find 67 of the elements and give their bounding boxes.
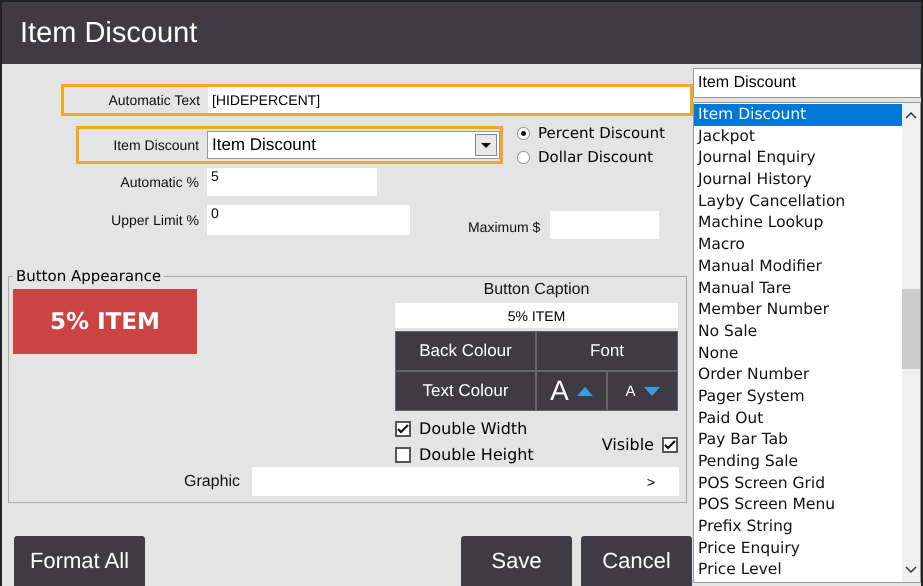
field-label: Maximum $ bbox=[468, 219, 540, 235]
triangle-down-icon bbox=[644, 386, 660, 396]
list-item[interactable]: Price Level bbox=[694, 559, 902, 582]
footer-button[interactable]: Format All bbox=[14, 536, 145, 586]
scroll-down-icon bbox=[905, 566, 917, 574]
scrollbar-thumb[interactable] bbox=[902, 289, 920, 369]
list-item[interactable]: Item Discount bbox=[694, 104, 902, 126]
list-item[interactable]: POS Screen Menu bbox=[694, 494, 902, 516]
checkbox[interactable] bbox=[662, 436, 678, 452]
group-title: Button Appearance bbox=[15, 267, 162, 285]
radio-button[interactable] bbox=[517, 126, 530, 140]
window-title: Item Discount bbox=[20, 16, 198, 50]
list-item[interactable]: Manual Modifier bbox=[694, 256, 902, 278]
automatic-text-field[interactable]: [HIDEPERCENT] bbox=[208, 87, 690, 113]
checkbox-label: Double Height bbox=[419, 445, 534, 464]
list-item[interactable]: Journal History bbox=[694, 169, 902, 191]
function-search-field[interactable]: Item Discount bbox=[693, 68, 921, 98]
checkmark-icon bbox=[664, 438, 676, 450]
caption-style-button[interactable]: Back Colour bbox=[395, 331, 536, 371]
list-item[interactable]: Pager System bbox=[694, 386, 902, 408]
scroll-up-icon bbox=[905, 111, 917, 119]
radio-button[interactable] bbox=[517, 150, 530, 164]
caption-field[interactable]: 5% ITEM bbox=[395, 303, 678, 328]
checkbox-label: Double Width bbox=[419, 419, 528, 438]
field-label: Automatic Text bbox=[107, 92, 201, 108]
caption-label: Button Caption bbox=[482, 281, 590, 299]
function-dropdown[interactable]: Item Discount bbox=[207, 131, 500, 159]
list-item[interactable]: No Sale bbox=[694, 320, 902, 343]
list-item[interactable]: POS Screen Grid bbox=[694, 472, 902, 494]
radio-label: Dollar Discount bbox=[538, 148, 654, 166]
list-item[interactable]: Price Enquiry bbox=[694, 538, 902, 560]
list-item[interactable]: Journal Enquiry bbox=[694, 147, 902, 170]
triangle-up-icon bbox=[576, 386, 593, 396]
caption-style-button[interactable]: Font bbox=[536, 331, 678, 371]
checkbox[interactable] bbox=[395, 446, 411, 462]
field-label: Graphic bbox=[184, 472, 240, 490]
list-item[interactable]: Pending Sale bbox=[694, 451, 902, 473]
list-item[interactable]: Jackpot bbox=[694, 126, 902, 148]
button-preview: 5% ITEM bbox=[13, 289, 197, 354]
graphic-field[interactable]: > bbox=[252, 467, 679, 496]
list-item[interactable]: Paid Out bbox=[694, 408, 902, 430]
field-label: Automatic % bbox=[119, 174, 200, 190]
maximum-field[interactable] bbox=[550, 211, 660, 239]
list-item[interactable]: Macro bbox=[694, 234, 902, 256]
radio-label: Percent Discount bbox=[538, 124, 666, 142]
list-item[interactable]: Manual Tare bbox=[694, 278, 902, 300]
list-item[interactable]: Prefix String bbox=[694, 516, 902, 538]
upper-limit-field[interactable]: 0 bbox=[207, 205, 410, 235]
footer-button[interactable]: Cancel bbox=[581, 536, 692, 586]
checkmark-icon bbox=[397, 422, 409, 434]
list-item[interactable]: Order Number bbox=[694, 364, 902, 386]
browse-button[interactable]: > bbox=[646, 474, 655, 490]
list-item[interactable]: Member Number bbox=[694, 299, 902, 321]
field-label: Upper Limit % bbox=[110, 212, 200, 228]
list-item[interactable]: None bbox=[694, 342, 902, 364]
field-label: Item Discount bbox=[112, 137, 200, 153]
increase-font-button[interactable]: A bbox=[536, 371, 607, 411]
caption-style-button[interactable]: Text Colour bbox=[395, 371, 536, 411]
decrease-font-button[interactable]: A bbox=[607, 371, 678, 411]
checkbox[interactable] bbox=[395, 420, 411, 436]
automatic-percent-field[interactable]: 5 bbox=[207, 168, 377, 196]
scrollbar[interactable] bbox=[902, 103, 920, 582]
list-item[interactable]: Pay Bar Tab bbox=[694, 429, 902, 451]
list-item[interactable]: Machine Lookup bbox=[694, 212, 902, 234]
list-item[interactable]: Layby Cancellation bbox=[694, 190, 902, 212]
footer-button[interactable]: Save bbox=[461, 536, 572, 586]
checkbox-label: Visible bbox=[602, 435, 654, 454]
